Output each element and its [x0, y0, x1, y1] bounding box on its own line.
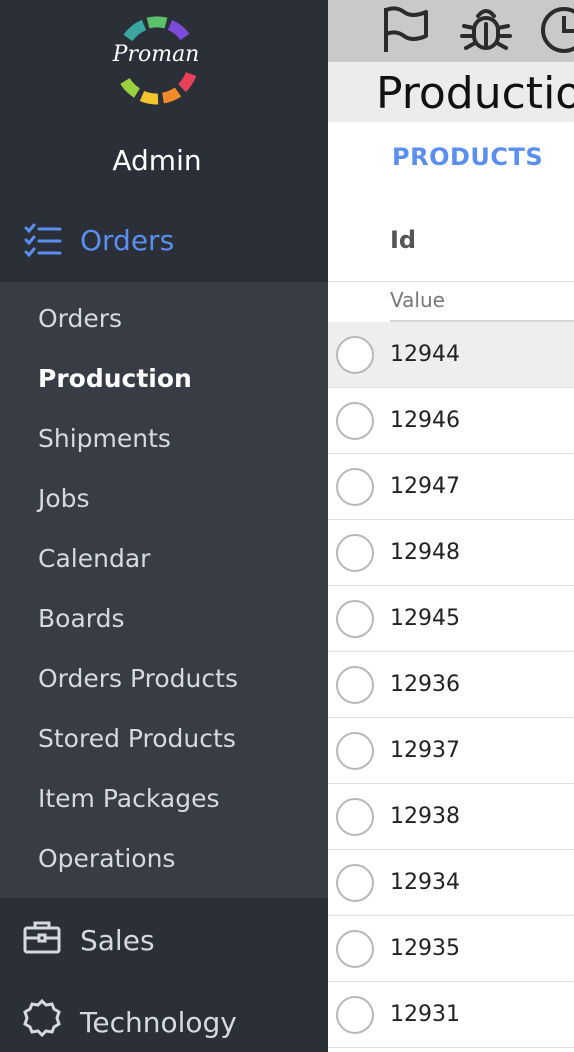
sidebar-section-orders[interactable]: Orders [0, 204, 328, 282]
id-cell: 12934 [390, 870, 460, 895]
id-cell: 12937 [390, 738, 460, 763]
id-cell: 12936 [390, 672, 460, 697]
sidebar-section-technology[interactable]: Technology [0, 988, 328, 1052]
id-cell: 12931 [390, 1002, 460, 1027]
clock-icon[interactable] [538, 4, 574, 56]
sidebar-section-label: Orders [80, 224, 175, 257]
row-select-radio[interactable] [336, 402, 374, 440]
flag-icon[interactable] [380, 4, 430, 54]
submenu-item-calendar[interactable]: Calendar [38, 544, 150, 573]
row-select-radio[interactable] [336, 864, 374, 902]
submenu-item-operations[interactable]: Operations [38, 844, 175, 873]
table-row[interactable]: 12945 [328, 586, 574, 652]
submenu-item-orders[interactable]: Orders [38, 304, 122, 333]
table-body: 12944 12946 12947 12948 12945 12936 1293… [328, 322, 574, 1048]
id-cell: 12945 [390, 606, 460, 631]
id-cell: 12946 [390, 408, 460, 433]
submenu-item-production[interactable]: Production [38, 364, 192, 393]
table-row[interactable]: 12944 [328, 322, 574, 388]
submenu-item-jobs[interactable]: Jobs [38, 484, 90, 513]
row-select-radio[interactable] [336, 798, 374, 836]
id-cell: 12938 [390, 804, 460, 829]
table-row[interactable]: 12937 [328, 718, 574, 784]
table-row[interactable]: 12938 [328, 784, 574, 850]
table-row[interactable]: 12934 [328, 850, 574, 916]
row-select-radio[interactable] [336, 732, 374, 770]
table-row[interactable]: 12935 [328, 916, 574, 982]
orders-submenu: Orders Production Shipments Jobs Calenda… [0, 282, 328, 898]
submenu-item-stored-products[interactable]: Stored Products [38, 724, 236, 753]
column-header-id[interactable]: Id [390, 226, 416, 254]
sidebar-section-label: Technology [80, 1006, 237, 1039]
proman-logo[interactable]: Proman [108, 12, 204, 108]
table-row[interactable]: 12947 [328, 454, 574, 520]
row-select-radio[interactable] [336, 666, 374, 704]
bug-icon[interactable] [460, 4, 512, 56]
sidebar: Proman Admin Orders Orders Production Sh… [0, 0, 328, 1052]
id-cell: 12944 [390, 342, 460, 367]
submenu-item-boards[interactable]: Boards [38, 604, 125, 633]
filter-input[interactable]: Value [390, 288, 445, 312]
row-select-radio[interactable] [336, 600, 374, 638]
cog-icon [23, 998, 61, 1038]
table-row[interactable]: 12931 [328, 982, 574, 1048]
sidebar-section-sales[interactable]: Sales [0, 906, 328, 976]
id-cell: 12947 [390, 474, 460, 499]
page-header: Production [328, 62, 574, 122]
checklist-icon [24, 223, 62, 258]
row-select-radio[interactable] [336, 534, 374, 572]
submenu-item-shipments[interactable]: Shipments [38, 424, 171, 453]
submenu-item-item-packages[interactable]: Item Packages [38, 784, 220, 813]
briefcase-icon [23, 921, 61, 954]
logo-text: Proman [112, 42, 200, 67]
sidebar-section-label: Sales [80, 924, 155, 957]
user-name: Admin [112, 144, 202, 177]
filter-row: Value [328, 282, 574, 322]
top-toolbar [328, 0, 574, 62]
table-row[interactable]: 12948 [328, 520, 574, 586]
row-select-radio[interactable] [336, 996, 374, 1034]
id-cell: 12948 [390, 540, 460, 565]
table-row[interactable]: 12946 [328, 388, 574, 454]
submenu-item-orders-products[interactable]: Orders Products [38, 664, 238, 693]
table-row[interactable]: 12936 [328, 652, 574, 718]
id-cell: 12935 [390, 936, 460, 961]
row-select-radio[interactable] [336, 468, 374, 506]
row-select-radio[interactable] [336, 336, 374, 374]
tab-products[interactable]: PRODUCTS [392, 143, 543, 171]
page-title: Production [376, 68, 574, 119]
row-select-radio[interactable] [336, 930, 374, 968]
